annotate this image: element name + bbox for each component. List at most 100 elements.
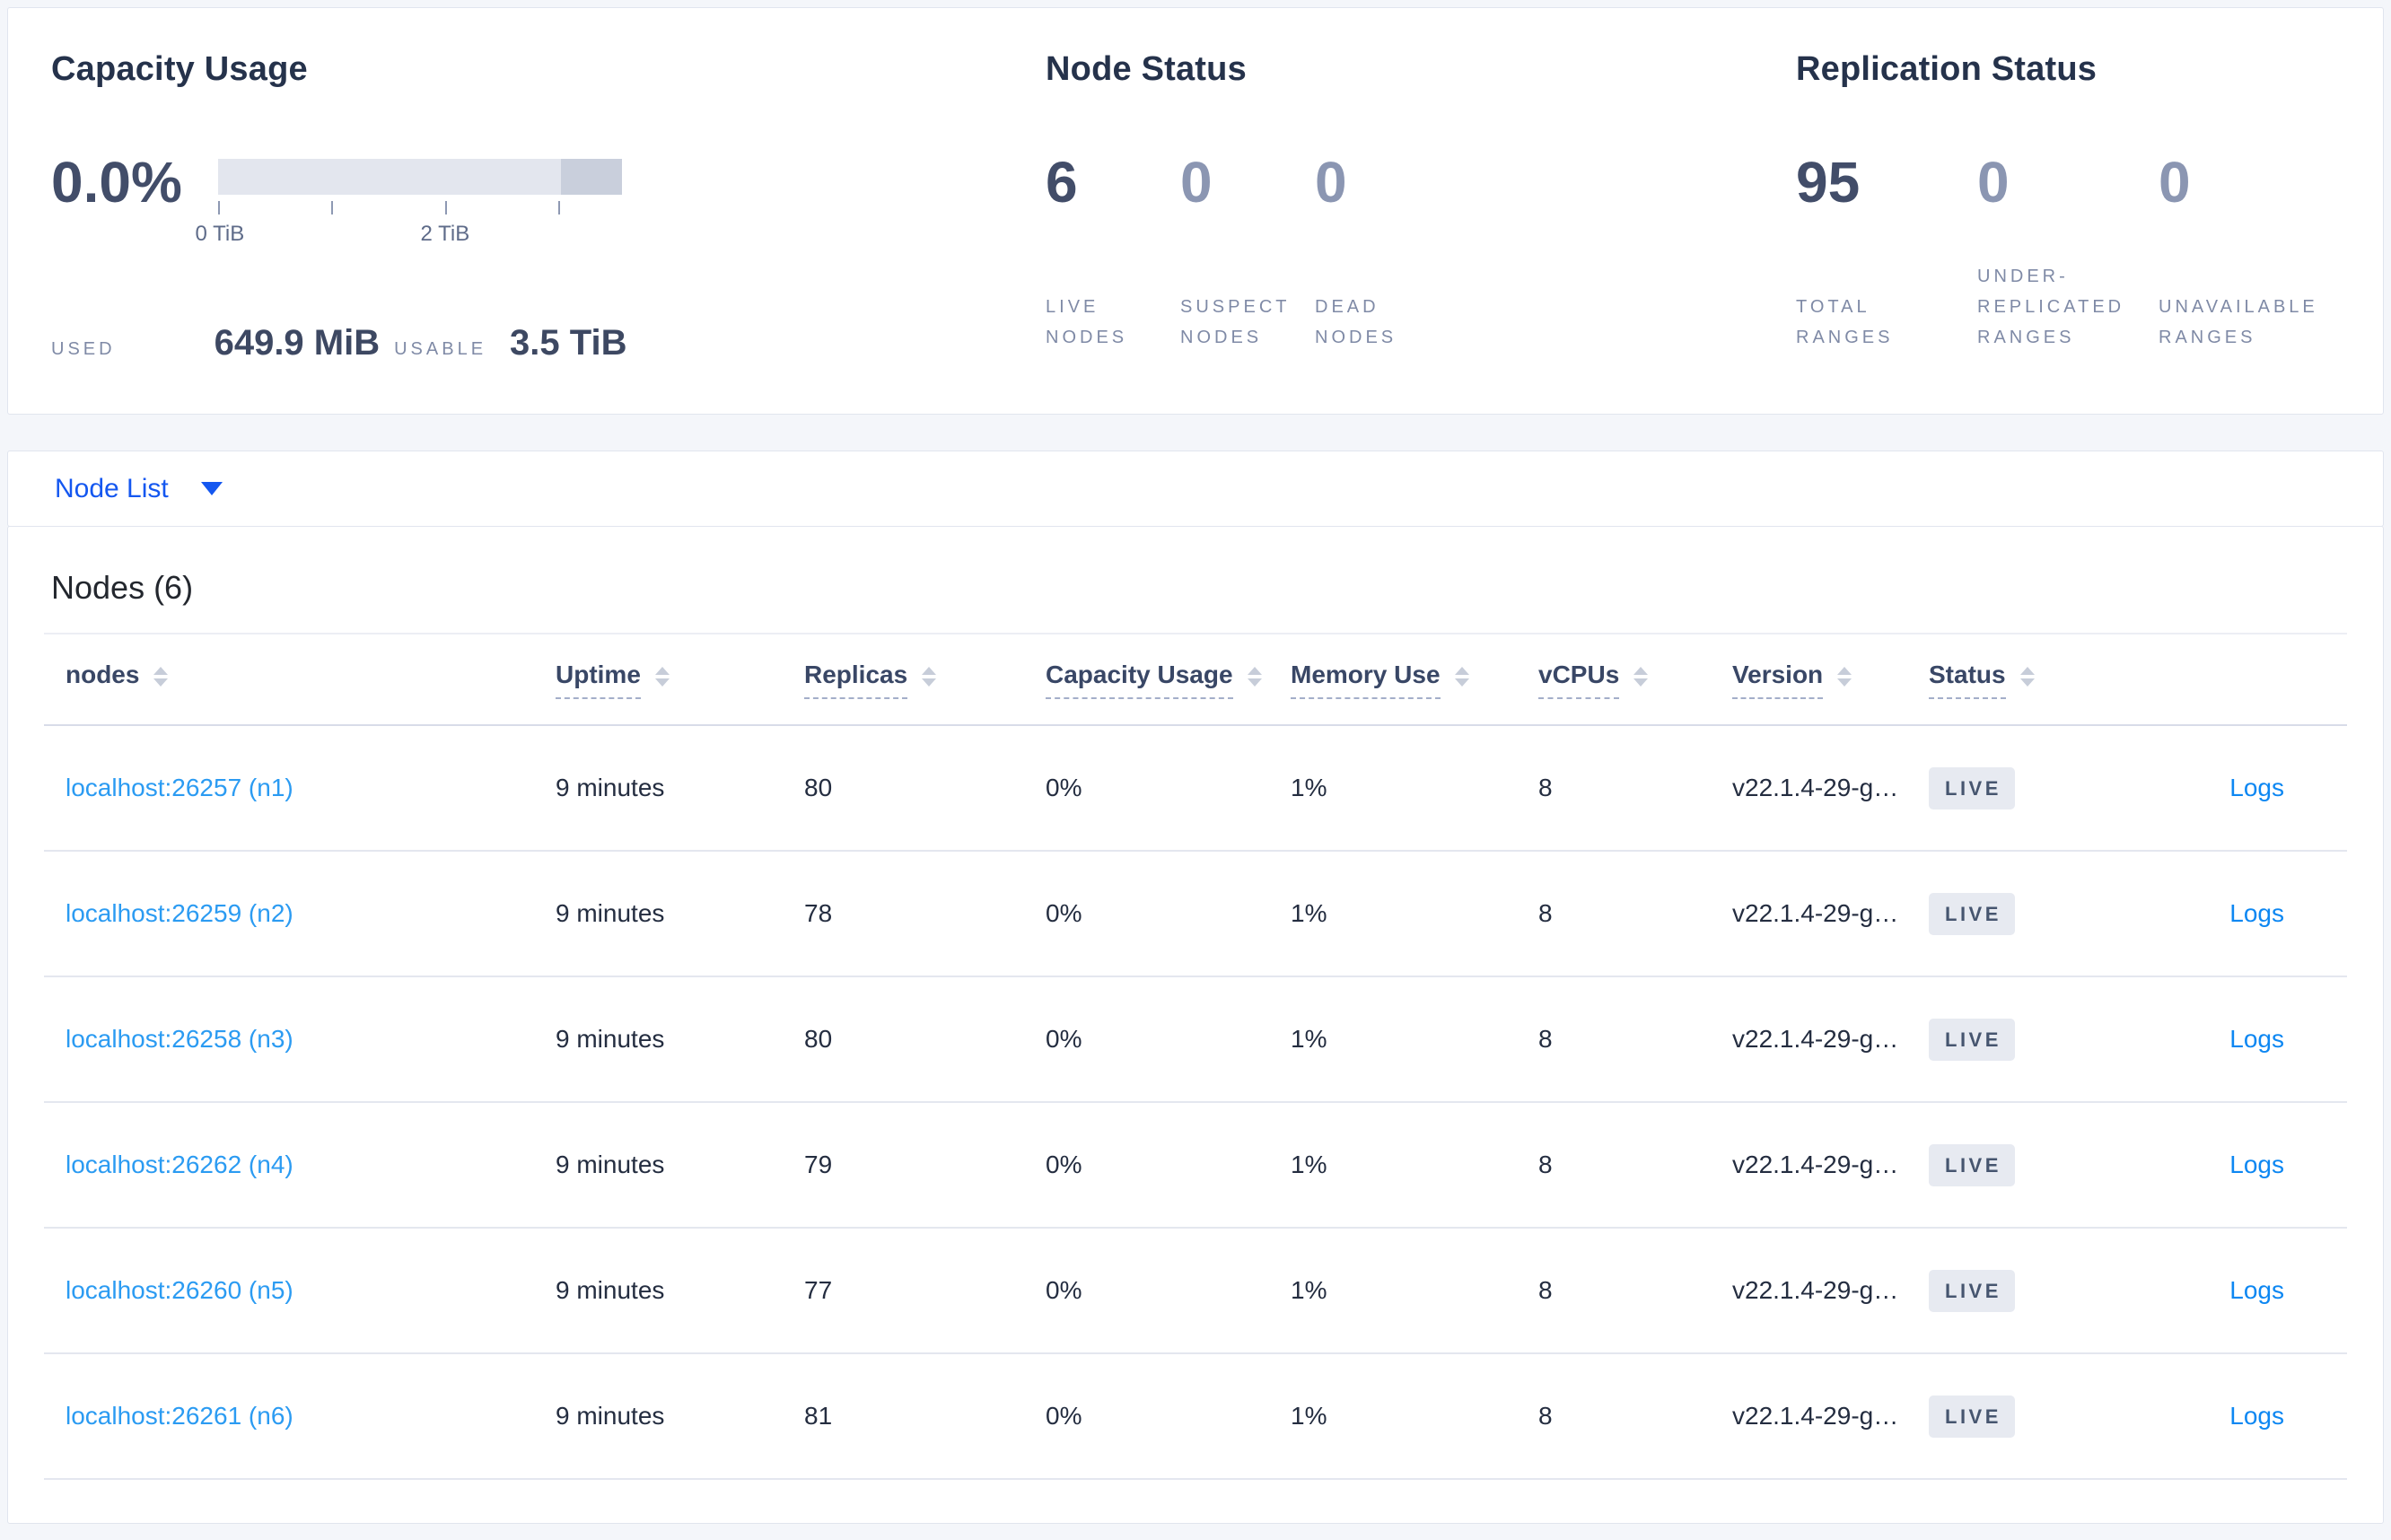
vcpus-cell: 8 [1538, 1151, 1553, 1178]
sort-icon[interactable] [1633, 667, 1649, 687]
table-row: localhost:26262 (n4) 9 minutes 79 0% 1% … [44, 1103, 2347, 1229]
column-header-nodes[interactable]: nodes [44, 661, 556, 699]
node-link[interactable]: localhost:26257 (n1) [66, 774, 293, 801]
column-header-vcpus[interactable]: vCPUs [1538, 661, 1732, 699]
node-link[interactable]: localhost:26260 (n5) [66, 1276, 293, 1304]
logs-link[interactable]: Logs [2229, 774, 2284, 801]
status-badge: LIVE [1929, 1018, 2015, 1061]
sort-icon[interactable] [654, 667, 670, 687]
axis-tick [330, 201, 333, 214]
logs-link[interactable]: Logs [2229, 899, 2284, 927]
node-link[interactable]: localhost:26258 (n3) [66, 1025, 293, 1053]
total-ranges-value: 95 [1796, 150, 1861, 214]
suspect-nodes-label: SUSPECT NODES [1180, 297, 1291, 347]
uptime-cell: 9 minutes [556, 1025, 665, 1053]
memory-use-cell: 1% [1291, 1276, 1327, 1304]
sort-icon[interactable] [1454, 667, 1469, 687]
dead-nodes-stat: 0 DEAD NODES [1315, 153, 1449, 353]
node-link[interactable]: localhost:26262 (n4) [66, 1151, 293, 1178]
version-cell: v22.1.4-29-g… [1732, 1151, 1899, 1178]
node-list-dropdown-label: Node List [55, 473, 169, 503]
version-cell: v22.1.4-29-g… [1732, 1402, 1899, 1430]
column-header-memory-use[interactable]: Memory Use [1291, 661, 1538, 699]
replicas-cell: 80 [804, 1025, 833, 1053]
total-ranges-stat: 95 TOTAL RANGES [1796, 153, 1977, 353]
column-header-uptime[interactable]: Uptime [556, 661, 804, 699]
column-header-status[interactable]: Status [1929, 661, 2119, 699]
status-badge: LIVE [1929, 1143, 2015, 1186]
view-selector-bar: Node List [7, 451, 2384, 527]
node-list-dropdown[interactable]: Node List [55, 474, 223, 504]
replicas-cell: 81 [804, 1402, 833, 1430]
column-header-version[interactable]: Version [1732, 661, 1929, 699]
capacity-bar [217, 159, 622, 195]
logs-link[interactable]: Logs [2229, 1276, 2284, 1304]
sort-icon[interactable] [2019, 667, 2035, 687]
under-replicated-ranges-value: 0 [1977, 150, 2010, 214]
version-cell: v22.1.4-29-g… [1732, 1025, 1899, 1053]
capacity-percent-value: 0.0% [51, 150, 182, 214]
logs-link[interactable]: Logs [2229, 1151, 2284, 1178]
capacity-bar-tail [560, 159, 622, 195]
capacity-usage-section: Capacity Usage 0.0% 0 TiB 2 TiB USED 649… [51, 48, 1046, 363]
node-status-title: Node Status [1046, 50, 1247, 88]
status-badge: LIVE [1929, 766, 2015, 809]
uptime-cell: 9 minutes [556, 774, 665, 801]
uptime-cell: 9 minutes [556, 1402, 665, 1430]
vcpus-cell: 8 [1538, 899, 1553, 927]
replication-status-title: Replication Status [1796, 50, 2098, 88]
used-value: 649.9 MiB [214, 323, 381, 363]
usable-label: USABLE [394, 339, 487, 359]
logs-link[interactable]: Logs [2229, 1025, 2284, 1053]
memory-use-cell: 1% [1291, 1025, 1327, 1053]
version-cell: v22.1.4-29-g… [1732, 1276, 1899, 1304]
nodes-heading: Nodes (6) [51, 569, 194, 606]
logs-link[interactable]: Logs [2229, 1402, 2284, 1430]
axis-tick-label: 0 TiB [195, 222, 245, 246]
replicas-cell: 80 [804, 774, 833, 801]
axis-tick-label: 2 TiB [420, 222, 470, 246]
table-row: localhost:26258 (n3) 9 minutes 80 0% 1% … [44, 977, 2347, 1103]
node-link[interactable]: localhost:26259 (n2) [66, 899, 293, 927]
sort-icon[interactable] [922, 667, 937, 687]
replicas-cell: 78 [804, 899, 833, 927]
usable-value: 3.5 TiB [510, 323, 627, 363]
under-replicated-ranges-stat: 0 UNDER-REPLICATED RANGES [1977, 153, 2159, 353]
table-row: localhost:26257 (n1) 9 minutes 80 0% 1% … [44, 726, 2347, 852]
total-ranges-label: TOTAL RANGES [1796, 297, 1894, 347]
cluster-summary-card: Capacity Usage 0.0% 0 TiB 2 TiB USED 649… [7, 7, 2384, 415]
column-header-replicas[interactable]: Replicas [804, 661, 1046, 699]
version-cell: v22.1.4-29-g… [1732, 774, 1899, 801]
capacity-usage-cell: 0% [1046, 1276, 1082, 1304]
dead-nodes-label: DEAD NODES [1315, 297, 1397, 347]
sort-icon[interactable] [1247, 667, 1262, 687]
sort-icon[interactable] [1837, 667, 1852, 687]
live-nodes-value: 6 [1046, 150, 1078, 214]
replication-status-section: Replication Status 95 TOTAL RANGES 0 UND… [1796, 48, 2340, 363]
memory-use-cell: 1% [1291, 1151, 1327, 1178]
node-status-section: Node Status 6 LIVE NODES 0 SUSPECT NODES… [1046, 48, 1796, 363]
nodes-table-card: Nodes (6) nodes Uptime Replicas Capacity… [7, 526, 2384, 1524]
dead-nodes-value: 0 [1315, 150, 1347, 214]
node-link[interactable]: localhost:26261 (n6) [66, 1402, 293, 1430]
column-header-capacity-usage[interactable]: Capacity Usage [1046, 661, 1291, 699]
memory-use-cell: 1% [1291, 899, 1327, 927]
status-badge: LIVE [1929, 892, 2015, 935]
live-nodes-label: LIVE NODES [1046, 297, 1128, 347]
unavailable-ranges-stat: 0 UNAVAILABLE RANGES [2159, 153, 2340, 353]
vcpus-cell: 8 [1538, 1276, 1553, 1304]
uptime-cell: 9 minutes [556, 1151, 665, 1178]
table-header-row: nodes Uptime Replicas Capacity Usage Mem… [44, 634, 2347, 726]
replicas-cell: 79 [804, 1151, 833, 1178]
live-nodes-stat: 6 LIVE NODES [1046, 153, 1180, 353]
sort-icon[interactable] [153, 667, 169, 687]
capacity-axis: 0 TiB 2 TiB [196, 195, 622, 246]
axis-tick [217, 201, 220, 214]
version-cell: v22.1.4-29-g… [1732, 899, 1899, 927]
capacity-bar-chart: 0 TiB 2 TiB [196, 159, 622, 246]
unavailable-ranges-label: UNAVAILABLE RANGES [2159, 297, 2318, 347]
caret-down-icon [200, 482, 223, 495]
capacity-usage-cell: 0% [1046, 1025, 1082, 1053]
table-row: localhost:26261 (n6) 9 minutes 81 0% 1% … [44, 1354, 2347, 1480]
capacity-usage-cell: 0% [1046, 1151, 1082, 1178]
